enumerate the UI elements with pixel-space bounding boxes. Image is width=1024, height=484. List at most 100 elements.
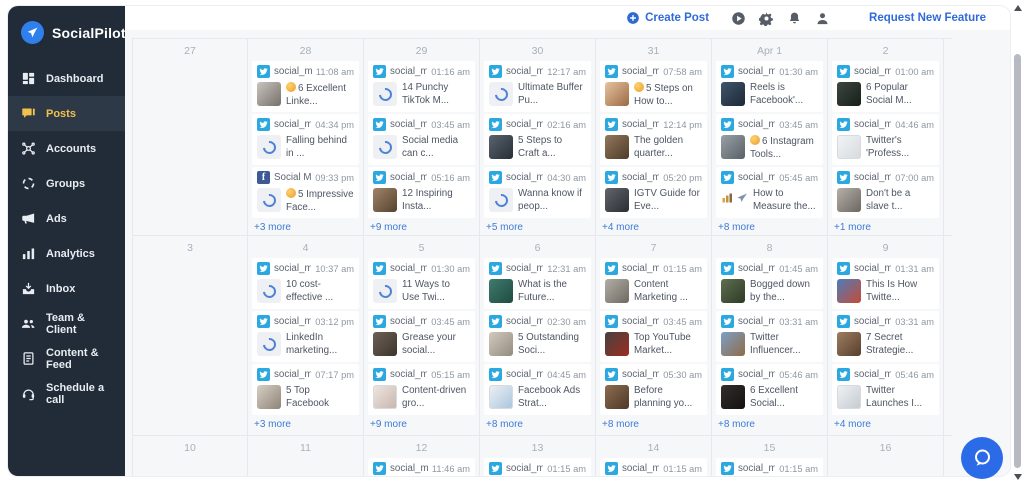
notifications-icon[interactable] bbox=[787, 11, 802, 26]
sidebar-item-content-feed[interactable]: Content & Feed bbox=[8, 341, 125, 376]
day-cell[interactable]: 14 social_m...01:15 am bbox=[596, 436, 712, 476]
post-card[interactable]: social_m...11:08 am 6 Excellent Linke... bbox=[252, 61, 359, 112]
more-posts-link[interactable]: +8 more bbox=[716, 417, 823, 436]
post-account: social_m... bbox=[274, 369, 312, 380]
day-cell[interactable]: Apr 1social_m...01:30 amReels is Faceboo… bbox=[712, 39, 828, 235]
sidebar-item-team-client[interactable]: Team & Client bbox=[8, 306, 125, 341]
post-card[interactable]: social_m...03:45 am Top YouTube Market... bbox=[600, 311, 707, 362]
post-card[interactable]: social_m...12:17 am Ultimate Buffer Pu... bbox=[484, 61, 591, 112]
post-card[interactable]: social_m...05:15 am Content-driven gro... bbox=[368, 364, 475, 415]
post-thumbnail bbox=[489, 332, 513, 356]
more-posts-link[interactable]: +8 more bbox=[600, 417, 707, 436]
post-card[interactable]: social_m...01:31 am This Is How Twitte... bbox=[832, 258, 939, 309]
post-account: social_m... bbox=[506, 369, 544, 380]
more-posts-link[interactable]: +3 more bbox=[252, 417, 359, 436]
scroll-up-arrow-icon[interactable] bbox=[1014, 5, 1022, 11]
day-cell[interactable]: 10 bbox=[132, 436, 248, 476]
create-post-button[interactable]: Create Post bbox=[626, 11, 709, 25]
post-card[interactable]: social_m...01:00 am 6 Popular Social M... bbox=[832, 61, 939, 112]
day-cell[interactable]: 15 social_m...01:15 am bbox=[712, 436, 828, 476]
post-card[interactable]: social_m...01:15 am bbox=[716, 458, 823, 476]
chat-widget-button[interactable] bbox=[961, 437, 1003, 479]
sidebar-item-groups[interactable]: Groups bbox=[8, 166, 125, 201]
day-number: 6 bbox=[534, 242, 541, 254]
post-card[interactable]: social_m...01:15 am bbox=[484, 458, 591, 476]
sidebar-item-dashboard[interactable]: Dashboard bbox=[8, 61, 125, 96]
day-cell[interactable]: 13 social_m...01:15 am bbox=[480, 436, 596, 476]
day-cell[interactable]: 7social_m...01:15 amContent Marketing ..… bbox=[596, 236, 712, 435]
post-card[interactable]: social_m...04:30 am Wanna know if peop... bbox=[484, 167, 591, 218]
post-card[interactable]: social_m...04:46 am Twitter's 'Profess... bbox=[832, 114, 939, 165]
brand[interactable]: SocialPilot bbox=[8, 6, 126, 61]
post-card[interactable]: social_m...07:58 am 5 Steps on How to... bbox=[600, 61, 707, 112]
post-card[interactable]: social_m...05:20 pm IGTV Guide for Eve... bbox=[600, 167, 707, 218]
settings-icon[interactable] bbox=[759, 11, 774, 26]
post-card[interactable]: social_m...05:46 am 6 Excellent Social... bbox=[716, 364, 823, 415]
post-card[interactable]: social_m...02:16 am 5 Steps to Craft a... bbox=[484, 114, 591, 165]
post-account: social_m... bbox=[390, 172, 428, 183]
post-card[interactable]: social_m...01:30 am 11 Ways to Use Twi... bbox=[368, 258, 475, 309]
more-posts-link[interactable]: +9 more bbox=[368, 417, 475, 436]
day-cell[interactable]: 9social_m...01:31 amThis Is How Twitte..… bbox=[828, 236, 944, 435]
day-cell[interactable]: 6 social_m...12:31 amWhat is the Future..… bbox=[480, 236, 596, 435]
post-card[interactable]: social_m...10:37 am 10 cost-effective ... bbox=[252, 258, 359, 309]
post-card[interactable]: social_m...03:31 am 7 Secret Strategie... bbox=[832, 311, 939, 362]
more-posts-link[interactable]: +8 more bbox=[484, 417, 591, 436]
post-card[interactable]: social_m...12:14 pm The golden quarter... bbox=[600, 114, 707, 165]
create-post-label: Create Post bbox=[645, 12, 710, 24]
day-cell[interactable]: 2social_m...01:00 am6 Popular Social M..… bbox=[828, 39, 944, 235]
post-card[interactable]: social_m...12:31 am What is the Future... bbox=[484, 258, 591, 309]
post-card[interactable]: f Social M...09:33 pm 5 Impressive Face... bbox=[252, 167, 359, 218]
day-cell[interactable]: 8social_m...01:45 amBogged down by the..… bbox=[712, 236, 828, 435]
sidebar-item-accounts[interactable]: Accounts bbox=[8, 131, 125, 166]
sidebar-item-posts[interactable]: Posts bbox=[8, 96, 125, 131]
twitter-icon bbox=[605, 368, 618, 381]
sidebar-item-inbox[interactable]: Inbox bbox=[8, 271, 125, 306]
post-card[interactable]: social_m...01:30 am Reels is Facebook'... bbox=[716, 61, 823, 112]
profile-icon[interactable] bbox=[815, 11, 830, 26]
day-cell[interactable]: 31social_m...07:58 am5 Steps on How to..… bbox=[596, 39, 712, 235]
post-time: 01:15 am bbox=[779, 463, 818, 474]
post-card[interactable]: social_m...04:34 pm Falling behind in ... bbox=[252, 114, 359, 165]
sidebar-item-analytics[interactable]: Analytics bbox=[8, 236, 125, 271]
day-cell[interactable]: 16 bbox=[828, 436, 944, 476]
post-card[interactable]: social_m...01:15 am bbox=[600, 458, 707, 476]
sidebar-item-schedule-a-call[interactable]: Schedule a call bbox=[8, 376, 125, 411]
post-card[interactable]: social_m...05:30 am Before planning yo... bbox=[600, 364, 707, 415]
post-card[interactable]: social_m...03:12 pm LinkedIn marketing... bbox=[252, 311, 359, 362]
post-card[interactable]: social_m...07:17 pm 5 Top Facebook Mar... bbox=[252, 364, 359, 415]
post-account: social_m... bbox=[274, 263, 312, 274]
post-title: Before planning yo... bbox=[634, 385, 693, 409]
post-time: 05:46 am bbox=[895, 369, 934, 380]
more-posts-link[interactable]: +4 more bbox=[832, 417, 939, 436]
post-card[interactable]: social_m...11:46 am bbox=[368, 458, 475, 476]
play-icon[interactable] bbox=[731, 11, 746, 26]
day-cell[interactable]: 12 social_m...11:46 am bbox=[364, 436, 480, 476]
post-card[interactable]: social_m...05:45 am How to Measure the... bbox=[716, 167, 823, 218]
day-cell[interactable]: 5social_m...01:30 am11 Ways to Use Twi..… bbox=[364, 236, 480, 435]
scroll-down-arrow-icon[interactable] bbox=[1014, 474, 1022, 480]
request-new-feature-link[interactable]: Request New Feature bbox=[869, 12, 986, 24]
day-cell[interactable]: 29social_m...01:16 am14 Punchy TikTok M.… bbox=[364, 39, 480, 235]
post-card[interactable]: social_m...07:00 am Don't be a slave t... bbox=[832, 167, 939, 218]
day-cell[interactable]: 4social_m...10:37 am10 cost-effective ..… bbox=[248, 236, 364, 435]
post-card[interactable]: social_m...01:16 am 14 Punchy TikTok M... bbox=[368, 61, 475, 112]
day-cell[interactable]: 30social_m...12:17 amUltimate Buffer Pu.… bbox=[480, 39, 596, 235]
day-cell[interactable]: 28social_m...11:08 am6 Excellent Linke..… bbox=[248, 39, 364, 235]
day-cell[interactable]: 27 bbox=[132, 39, 248, 235]
post-card[interactable]: social_m...01:15 am Content Marketing ... bbox=[600, 258, 707, 309]
day-cell[interactable]: 11 bbox=[248, 436, 364, 476]
post-card[interactable]: social_m...05:16 am 12 Inspiring Insta... bbox=[368, 167, 475, 218]
day-cell[interactable]: 3 bbox=[132, 236, 248, 435]
post-card[interactable]: social_m...05:46 am Twitter Launches I... bbox=[832, 364, 939, 415]
post-card[interactable]: social_m...02:30 am 5 Outstanding Soci... bbox=[484, 311, 591, 362]
post-card[interactable]: social_m...03:45 am Social media can c... bbox=[368, 114, 475, 165]
post-card[interactable]: social_m...03:31 am Twitter Influencer... bbox=[716, 311, 823, 362]
post-card[interactable]: social_m...04:45 am Facebook Ads Strat... bbox=[484, 364, 591, 415]
post-card[interactable]: social_m...03:45 am 6 Instagram Tools... bbox=[716, 114, 823, 165]
sidebar-item-ads[interactable]: Ads bbox=[8, 201, 125, 236]
vertical-scrollbar[interactable] bbox=[1013, 0, 1022, 484]
scrollbar-thumb[interactable] bbox=[1014, 54, 1021, 468]
post-card[interactable]: social_m...03:45 am Grease your social... bbox=[368, 311, 475, 362]
post-card[interactable]: social_m...01:45 am Bogged down by the... bbox=[716, 258, 823, 309]
